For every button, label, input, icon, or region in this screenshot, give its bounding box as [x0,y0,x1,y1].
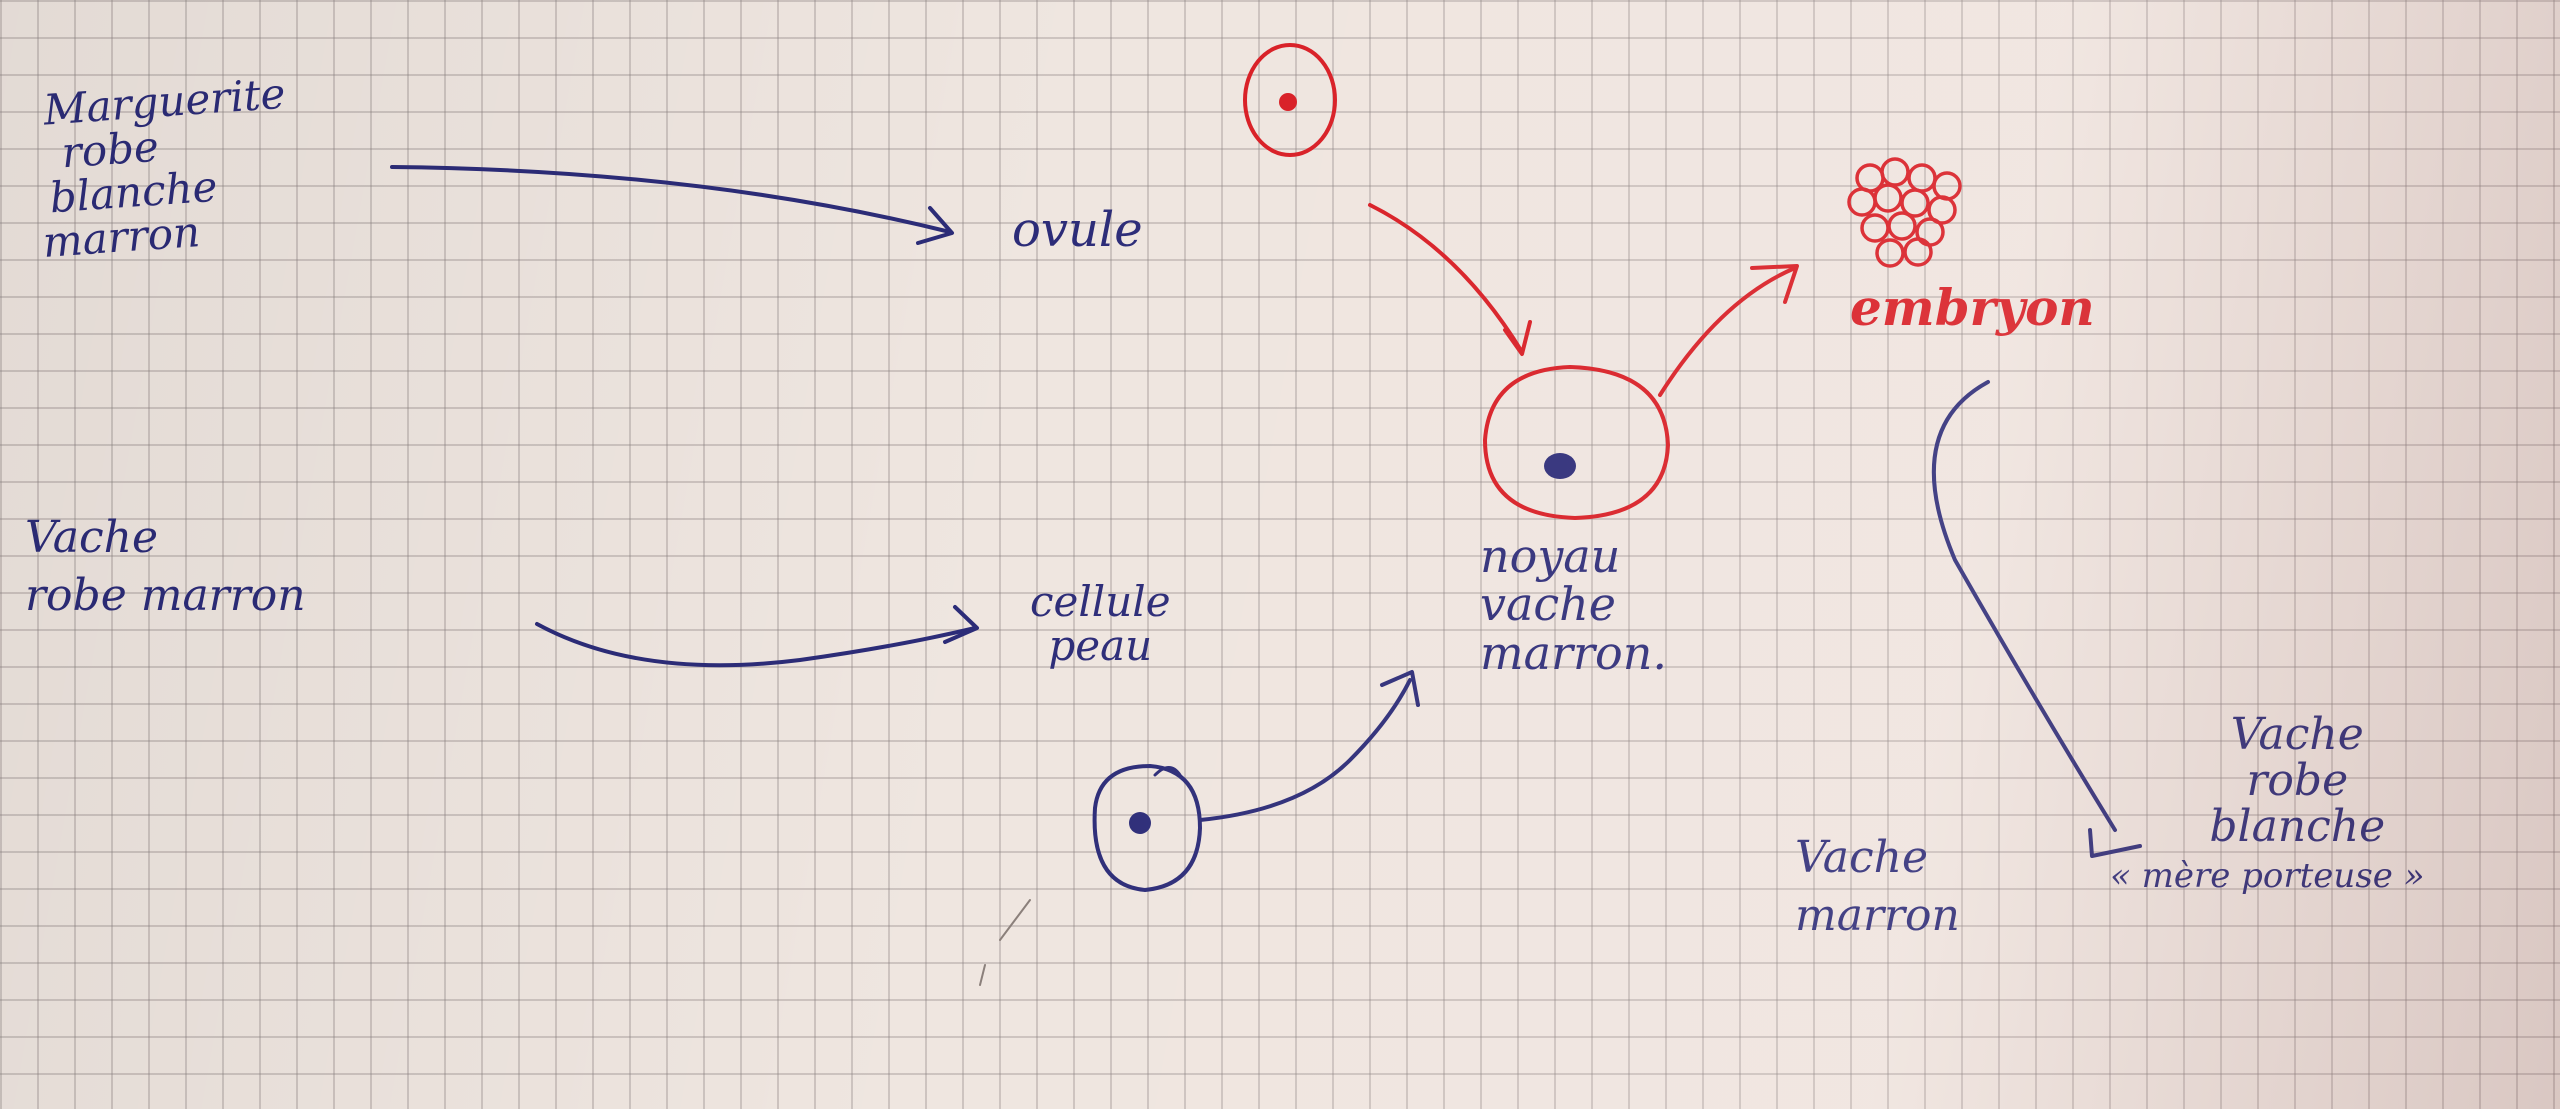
nucleus-line: noyau [1480,532,1667,580]
arrow-donor-to-skin-cell [537,607,977,665]
notebook-page: Marguerite robe blanche marron Vache rob… [0,0,2560,1109]
skin-cell-label: cellule peau [1030,580,1171,668]
ovule-cell [1245,45,1335,155]
surrogate-line: blanche [2170,804,2425,850]
surrogate-label: Vache robe blanche « mère porteuse » [2110,712,2425,894]
fused-egg-cell [1485,367,1668,518]
result-cow-line: marron [1795,893,1960,939]
arrow-skin-cell-to-nucleus [1200,672,1418,820]
donor-brown-line: robe marron [25,573,306,619]
arrow-egg-to-embryo [1660,266,1797,395]
skin-cell [1095,766,1200,890]
result-cow-label: Vache marron [1795,835,1960,939]
skin-cell-line: peau [1030,624,1171,668]
skin-cell-line: cellule [1030,580,1171,624]
arrow-ovule-to-egg [1370,205,1530,354]
surrogate-line: « mère porteuse » [2110,859,2425,895]
nucleus-line: marron. [1480,629,1667,677]
surrogate-line: robe [2170,758,2425,804]
donor-white-label: Marguerite robe blanche marron [42,72,296,265]
embryo-cluster [1849,159,1960,266]
result-cow-line: Vache [1795,835,1960,881]
donor-brown-line: Vache [25,515,306,561]
donor-brown-label: Vache robe marron [25,515,306,619]
pencil-mark [980,900,1030,985]
arrow-donor-to-ovule [392,167,952,243]
nucleus-label: noyau vache marron. [1480,532,1667,677]
diagram-drawing [0,0,2560,1109]
nucleus-line: vache [1480,580,1667,628]
embryo-label: embryon [1850,282,2095,335]
surrogate-line: Vache [2170,712,2425,758]
ovule-label: ovule [1012,205,1143,255]
